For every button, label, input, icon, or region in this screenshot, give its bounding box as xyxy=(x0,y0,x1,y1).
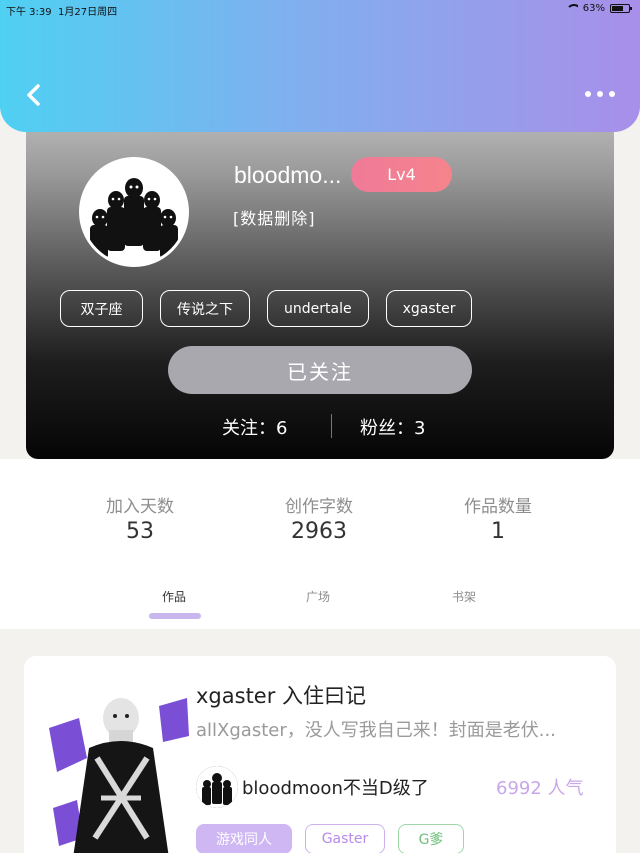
more-dots-icon xyxy=(585,91,591,97)
stat-value: 2963 xyxy=(291,519,347,544)
work-tag[interactable]: Gaster xyxy=(305,824,385,853)
tab-bookshelf[interactable]: 书架 xyxy=(452,588,476,605)
status-date: 1月27日周四 xyxy=(58,7,118,18)
stat-value: 1 xyxy=(491,519,505,544)
popularity-count: 6992 人气 xyxy=(496,778,584,799)
stat-works-count: 作品数量 1 xyxy=(428,492,568,544)
level-badge: Lv4 xyxy=(351,157,452,192)
chevron-left-icon xyxy=(27,84,40,106)
work-tags: 游戏同人 Gaster G爹 xyxy=(196,824,464,853)
work-card[interactable]: xgaster 入住曰记 allXgaster，没人写我自己来！封面是老伏...… xyxy=(24,656,616,853)
stats-panel: 加入天数 53 创作字数 2963 作品数量 1 xyxy=(51,459,589,581)
wifi-icon xyxy=(565,4,578,13)
stat-value: 53 xyxy=(126,519,154,544)
work-title[interactable]: xgaster 入住曰记 xyxy=(196,680,366,710)
following-count[interactable]: 关注：6 xyxy=(222,414,287,440)
status-bar: 下午 3:39 1月27日周四 63% xyxy=(0,0,640,18)
work-tag[interactable]: 游戏同人 xyxy=(196,824,292,853)
battery-percent: 63% xyxy=(582,3,605,14)
tab-plaza[interactable]: 广场 xyxy=(306,588,330,605)
author-avatar[interactable] xyxy=(196,766,238,808)
profile-tag[interactable]: 传说之下 xyxy=(160,290,250,327)
top-header: 下午 3:39 1月27日周四 63% xyxy=(0,0,640,132)
stat-word-count: 创作字数 2963 xyxy=(249,492,389,544)
back-button[interactable] xyxy=(20,80,48,110)
status-time: 下午 3:39 xyxy=(6,7,52,18)
status-time-date: 下午 3:39 1月27日周四 xyxy=(6,3,117,18)
stat-label: 作品数量 xyxy=(464,497,532,517)
author-name[interactable]: bloodmoon不当D级了 xyxy=(242,774,429,800)
work-tag[interactable]: G爹 xyxy=(398,824,464,853)
avatar-image xyxy=(82,160,186,264)
tab-works[interactable]: 作品 xyxy=(162,588,186,605)
status-right: 63% xyxy=(565,3,632,14)
profile-card: bloodmo... Lv4 [数据删除] 双子座 传说之下 undertale… xyxy=(26,110,614,459)
stat-label: 创作字数 xyxy=(285,497,353,517)
tab-indicator xyxy=(149,613,201,619)
stat-label: 加入天数 xyxy=(106,497,174,517)
follow-button[interactable]: 已关注 xyxy=(168,346,472,394)
profile-tags: 双子座 传说之下 undertale xgaster xyxy=(60,290,473,327)
bio: [数据删除] xyxy=(233,209,316,228)
follow-stats: 关注：6 粉丝：3 xyxy=(26,410,614,440)
avatar[interactable] xyxy=(79,157,189,267)
more-options-button[interactable] xyxy=(582,86,618,102)
fans-count[interactable]: 粉丝：3 xyxy=(360,414,425,440)
divider xyxy=(331,414,332,438)
profile-tag[interactable]: xgaster xyxy=(385,290,473,327)
profile-tag[interactable]: undertale xyxy=(267,290,369,327)
profile-tag[interactable]: 双子座 xyxy=(60,290,143,327)
work-cover-image xyxy=(49,688,189,853)
work-description: allXgaster，没人写我自己来！封面是老伏... xyxy=(196,720,556,741)
stat-join-days: 加入天数 53 xyxy=(70,492,210,544)
battery-icon xyxy=(610,4,632,13)
username: bloodmo... xyxy=(234,162,342,188)
